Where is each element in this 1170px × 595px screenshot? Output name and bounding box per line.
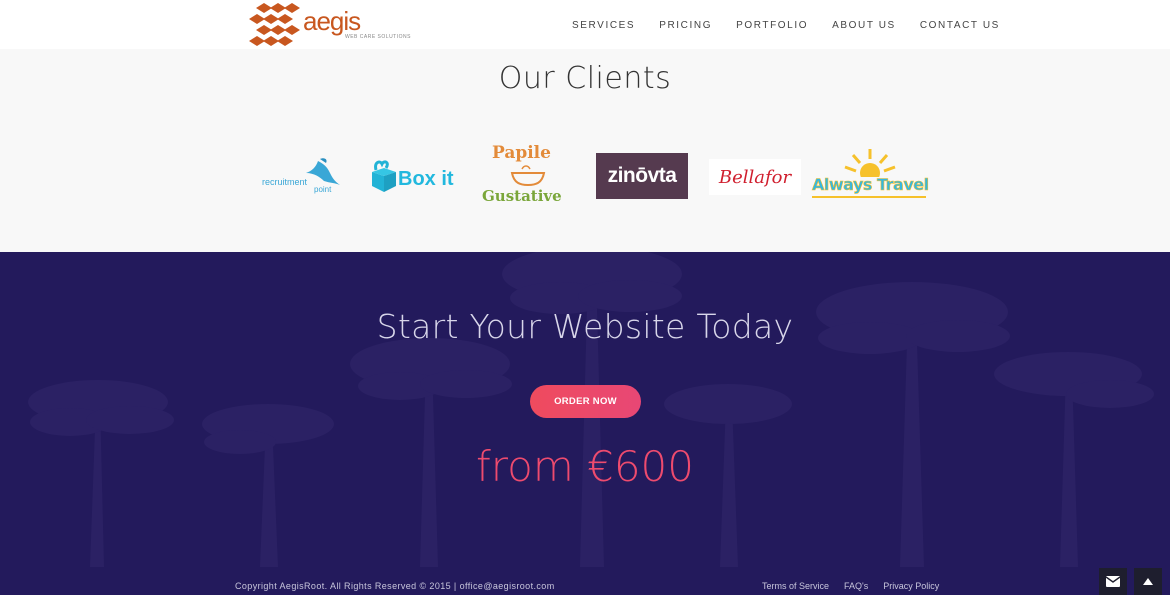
client-logo-zinovta: zinōvta: [596, 153, 688, 199]
site-header: aegis WEB CARE SOLUTIONS SERVICES PRICIN…: [0, 0, 1170, 49]
back-to-top-button[interactable]: [1134, 568, 1162, 595]
footer-copyright: Copyright AegisRoot. All Rights Reserved…: [235, 581, 555, 591]
order-title: Start Your Website Today: [376, 307, 794, 346]
chevron-up-icon: [1143, 578, 1153, 585]
client-gustative-text: Gustative: [482, 187, 562, 205]
soup-bowl-icon: [510, 165, 546, 187]
envelope-icon: [1106, 576, 1120, 587]
order-now-button[interactable]: ORDER NOW: [530, 385, 641, 418]
clients-section: Our Clients recruitment point Box it Pap…: [0, 49, 1170, 252]
client-logo-bellafor: Bellafor: [709, 159, 801, 195]
footer-links: Terms of Service FAQ's Privacy Policy: [762, 581, 954, 591]
nav-about-us[interactable]: ABOUT US: [832, 20, 896, 31]
client-logo-recruitment-point: recruitment point: [260, 155, 342, 195]
client-zinovta-text: zinōvta: [607, 164, 677, 187]
nav-services[interactable]: SERVICES: [572, 20, 635, 31]
nav-pricing[interactable]: PRICING: [659, 20, 712, 31]
order-price: from €600: [476, 442, 694, 491]
client-point-text: point: [314, 185, 332, 194]
client-papile-text: Papile: [492, 143, 551, 163]
site-footer: Copyright AegisRoot. All Rights Reserved…: [0, 567, 1170, 595]
contact-mail-button[interactable]: [1099, 568, 1127, 595]
always-travel-underline: [812, 196, 926, 198]
footer-link-terms[interactable]: Terms of Service: [762, 581, 829, 591]
nav-contact-us[interactable]: CONTACT US: [920, 20, 1000, 31]
client-box-it-text: Box it: [398, 168, 454, 190]
footer-link-faq[interactable]: FAQ's: [844, 581, 868, 591]
main-nav: SERVICES PRICING PORTFOLIO ABOUT US CONT…: [560, 20, 1012, 31]
client-always-travel-text: Always Travel: [812, 175, 930, 195]
nav-portfolio[interactable]: PORTFOLIO: [736, 20, 808, 31]
diamond-tiles-logo-icon: [249, 3, 300, 46]
client-logo-papile-gustative: Papile Gustative: [480, 143, 576, 209]
site-logo[interactable]: aegis WEB CARE SOLUTIONS: [247, 2, 410, 48]
client-logo-box-it: Box it: [368, 154, 464, 196]
clients-title: Our Clients: [498, 61, 672, 96]
order-section: Start Your Website Today ORDER NOW from …: [0, 252, 1170, 567]
logo-tagline: WEB CARE SOLUTIONS: [345, 34, 411, 40]
client-bellafor-text: Bellafor: [718, 166, 792, 188]
client-recruitment-text: recruitment: [262, 177, 308, 187]
footer-link-privacy[interactable]: Privacy Policy: [883, 581, 939, 591]
box-icon: [372, 160, 396, 192]
client-logo-always-travel: Always Travel: [810, 147, 930, 203]
sun-icon: [844, 149, 896, 177]
logo-wordmark: aegis: [303, 6, 361, 36]
